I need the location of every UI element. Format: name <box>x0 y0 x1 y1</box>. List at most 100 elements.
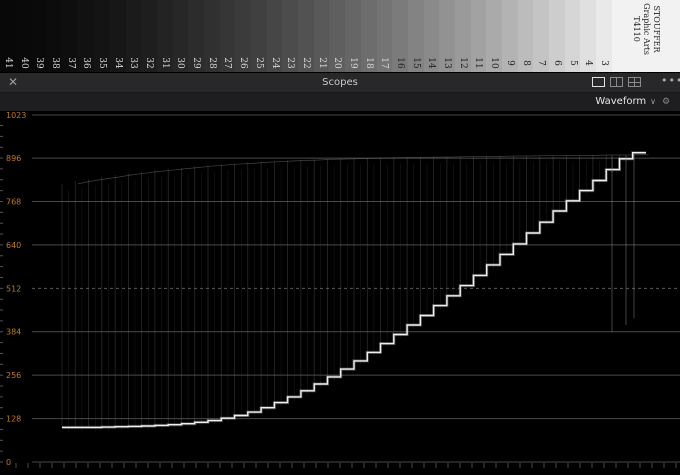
wedge-step-number: 17 <box>379 57 390 69</box>
y-tick-label: 128 <box>6 415 21 424</box>
wedge-step-number: 16 <box>395 57 406 69</box>
wedge-step: 23 <box>282 0 299 72</box>
wedge-step: 34 <box>109 0 126 72</box>
wedge-step: 35 <box>94 0 110 72</box>
y-tick-label: 384 <box>6 328 21 337</box>
wedge-step: 38 <box>47 0 63 72</box>
wedge-step: 13 <box>439 0 455 72</box>
wedge-step-number: 8 <box>520 60 531 66</box>
wedge-label: STOUFFER Graphic Arts T4110 <box>612 0 680 72</box>
wedge-step-number: 25 <box>253 57 264 69</box>
step-wedge-image: 41 40 39 38 37 36 35 34 33 32 31 30 29 28 27 26 25 24 23 22… <box>0 0 680 72</box>
quad-view-icon[interactable] <box>628 77 641 87</box>
wedge-step-number: 34 <box>112 57 123 69</box>
wedge-step: 33 <box>125 0 142 72</box>
wedge-step: 11 <box>470 0 487 72</box>
wedge-step: 4 <box>580 0 597 72</box>
settings-icon[interactable]: ⚙ <box>660 96 672 108</box>
wedge-label-model: T4110 <box>632 16 641 42</box>
scope-type-dropdown[interactable]: Waveform ∨ <box>595 95 656 109</box>
wedge-step: 36 <box>78 0 95 72</box>
wedge-step-number: 35 <box>96 57 107 69</box>
wedge-step: 39 <box>31 0 48 72</box>
scopes-toolbar: Waveform ∨ ⚙ <box>0 93 680 111</box>
wedge-step-number: 11 <box>473 57 484 69</box>
wedge-step-number: 27 <box>222 57 233 69</box>
wedge-label-brand: STOUFFER <box>652 5 661 53</box>
ellipsis-icon[interactable]: ••• <box>661 74 680 87</box>
wedge-step: 24 <box>266 0 283 72</box>
wedge-step-number: 9 <box>504 60 515 66</box>
wedge-step: 10 <box>486 0 502 72</box>
wedge-step-number: 19 <box>347 57 358 69</box>
wedge-step-number: 23 <box>285 57 296 69</box>
wedge-step: 41 <box>0 0 16 72</box>
wedge-step-number: 10 <box>489 57 500 69</box>
panel-title: Scopes <box>322 77 358 88</box>
wedge-step-number: 31 <box>159 57 170 69</box>
scope-type-value: Waveform <box>595 96 647 107</box>
y-tick-label: 768 <box>6 197 21 206</box>
dual-view-icon[interactable] <box>610 77 623 87</box>
wedge-step-number: 4 <box>583 60 594 66</box>
wedge-step-number: 18 <box>363 57 374 69</box>
wedge-step: 17 <box>376 0 393 72</box>
wedge-step: 31 <box>156 0 173 72</box>
wedge-step-number: 32 <box>144 57 155 69</box>
wedge-step-number: 36 <box>81 57 92 69</box>
y-tick-label: 896 <box>6 154 21 163</box>
wedge-step-number: 28 <box>206 57 217 69</box>
wedge-step: 7 <box>533 0 550 72</box>
wedge-step: 18 <box>360 0 377 72</box>
wedge-step: 37 <box>62 0 79 72</box>
wedge-step: 30 <box>172 0 189 72</box>
wedge-step-number: 40 <box>18 57 29 69</box>
wedge-step-number: 26 <box>238 57 249 69</box>
wedge-step-number: 14 <box>426 57 437 69</box>
wedge-step-number: 13 <box>442 57 453 69</box>
y-tick-label: 512 <box>6 284 21 293</box>
wedge-step: 15 <box>407 0 424 72</box>
wedge-step-number: 38 <box>49 57 60 69</box>
wedge-step: 20 <box>329 0 346 72</box>
waveform-chart: 1023 896 768 640 512 384 256 128 0 <box>0 111 680 468</box>
wedge-step: 6 <box>549 0 565 72</box>
wedge-step-number: 15 <box>410 57 421 69</box>
wedge-step-number: 24 <box>269 57 280 69</box>
wedge-step: 25 <box>251 0 267 72</box>
wedge-step: 27 <box>219 0 236 72</box>
y-tick-label: 1023 <box>6 111 26 120</box>
waveform-top-envelope <box>77 154 649 185</box>
y-tick-label: 256 <box>6 371 21 380</box>
wedge-step: 21 <box>313 0 330 72</box>
wedge-step: 3 <box>596 0 612 72</box>
y-tick-label: 0 <box>6 458 11 467</box>
wedge-step-number: 5 <box>567 60 578 66</box>
wedge-step: 14 <box>423 0 440 72</box>
wedge-label-company: Graphic Arts <box>642 3 651 55</box>
wedge-step: 28 <box>203 0 220 72</box>
wedge-step-number: 7 <box>536 60 547 66</box>
wedge-step: 19 <box>345 0 361 72</box>
wedge-step: 16 <box>392 0 408 72</box>
wedge-step-number: 20 <box>332 57 343 69</box>
wedge-step: 22 <box>298 0 314 72</box>
wedge-step: 29 <box>188 0 204 72</box>
single-view-icon[interactable] <box>592 77 605 87</box>
wedge-step: 9 <box>502 0 518 72</box>
close-icon[interactable]: ✕ <box>6 75 20 89</box>
wedge-step: 12 <box>454 0 471 72</box>
wedge-step-number: 12 <box>457 57 468 69</box>
wedge-step-number: 3 <box>598 60 609 66</box>
wedge-step: 8 <box>517 0 534 72</box>
wedge-step-number: 33 <box>128 57 139 69</box>
wedge-step: 26 <box>235 0 251 72</box>
chevron-down-icon: ∨ <box>650 97 656 106</box>
wedge-step-number: 22 <box>300 57 311 69</box>
wedge-step-number: 41 <box>2 57 13 69</box>
wedge-step: 40 <box>15 0 32 72</box>
wedge-step-number: 30 <box>175 57 186 69</box>
waveform-scope: 1023 896 768 640 512 384 256 128 0 <box>0 111 680 475</box>
wedge-steps: 41 40 39 38 37 36 35 34 33 32 31 30 29 28 27 26 25 24 23 22… <box>0 0 612 72</box>
wedge-step-number: 6 <box>551 60 562 66</box>
